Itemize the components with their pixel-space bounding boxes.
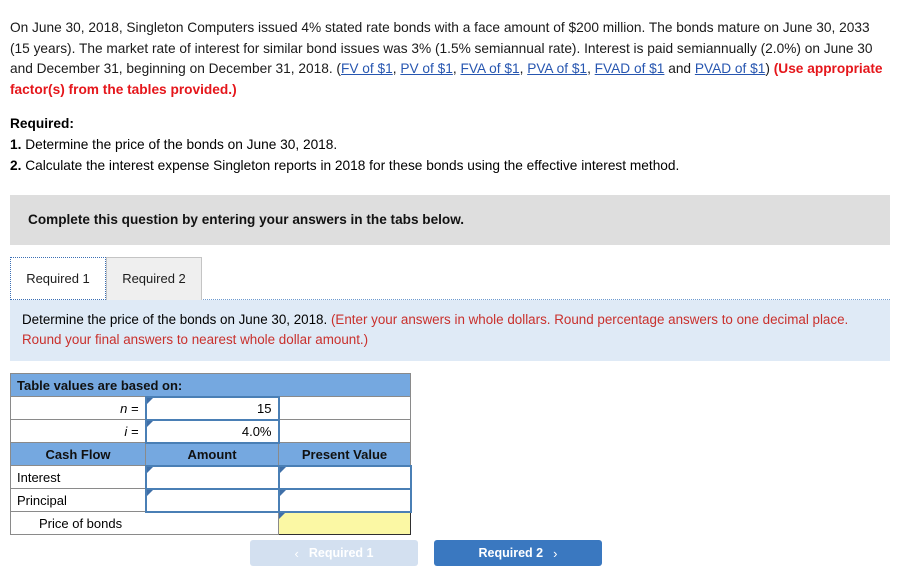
- price-of-bonds-input[interactable]: [278, 511, 411, 536]
- price-of-bonds-label: Price of bonds: [10, 511, 279, 536]
- cell-corner-flag-icon: [146, 466, 153, 473]
- principal-amount-input[interactable]: [144, 487, 280, 513]
- cell-corner-flag-icon: [279, 466, 286, 473]
- interest-amount-input[interactable]: [144, 464, 280, 490]
- cell-corner-flag-icon: [279, 512, 285, 519]
- row-label-interest: Interest: [10, 465, 146, 490]
- n-value: 15: [257, 400, 272, 416]
- n-spacer-cell: [278, 396, 411, 421]
- required-heading: Required:: [10, 116, 74, 132]
- separator: ): [765, 61, 774, 77]
- chevron-left-icon: ‹: [294, 545, 299, 561]
- i-label: i =: [10, 419, 146, 444]
- problem-statement: On June 30, 2018, Singleton Computers is…: [0, 0, 900, 100]
- i-input[interactable]: 4.0%: [144, 418, 280, 444]
- row-label-principal: Principal: [10, 488, 146, 513]
- tab-required-2-label: Required 2: [122, 271, 186, 287]
- previous-button-label: Required 1: [308, 546, 374, 560]
- required-item-1: 1. Determine the price of the bonds on J…: [10, 135, 890, 156]
- principal-present-value-input[interactable]: [277, 487, 412, 513]
- separator: ,: [587, 61, 595, 77]
- header-amount: Amount: [145, 442, 279, 467]
- separator: and: [664, 61, 695, 77]
- question-prompt: Determine the price of the bonds on June…: [22, 311, 331, 327]
- table-row-title: Table values are based on:: [10, 373, 411, 398]
- required-item-1-number: 1.: [10, 137, 22, 153]
- tab-required-1-label: Required 1: [26, 270, 90, 286]
- link-fva-of-1[interactable]: FVA of $1: [460, 61, 519, 76]
- n-label: n =: [10, 396, 146, 421]
- tab-strip: Required 1 Required 2: [10, 253, 890, 300]
- link-pv-of-1[interactable]: PV of $1: [400, 61, 453, 76]
- next-required-2-button[interactable]: Required 2 ›: [434, 540, 602, 566]
- header-cash-flow: Cash Flow: [10, 442, 146, 467]
- table-row: Interest: [10, 464, 412, 490]
- answer-table-container: Table values are based on: n = 15 i = 4.…: [0, 361, 900, 536]
- cell-corner-flag-icon: [146, 489, 153, 496]
- question-instructions: Determine the price of the bonds on June…: [10, 299, 890, 362]
- complete-question-text: Complete this question by entering your …: [28, 212, 465, 228]
- answer-table: Table values are based on: n = 15 i = 4.…: [10, 373, 412, 536]
- tab-required-2[interactable]: Required 2: [106, 256, 202, 300]
- table-row-total: Price of bonds: [10, 511, 411, 536]
- required-section: Required: 1. Determine the price of the …: [0, 100, 900, 176]
- next-button-label: Required 2: [478, 546, 544, 560]
- tab-required-1[interactable]: Required 1: [10, 256, 106, 300]
- table-header-row: Cash Flow Amount Present Value: [10, 442, 411, 467]
- n-input[interactable]: 15: [144, 395, 280, 421]
- interest-present-value-input[interactable]: [277, 464, 412, 490]
- complete-question-bar: Complete this question by entering your …: [10, 194, 890, 245]
- cell-corner-flag-icon: [146, 397, 153, 404]
- cell-corner-flag-icon: [279, 489, 286, 496]
- link-pva-of-1[interactable]: PVA of $1: [527, 61, 587, 76]
- required-item-2: 2. Calculate the interest expense Single…: [10, 156, 890, 177]
- table-row-i: i = 4.0%: [10, 418, 411, 444]
- link-fvad-of-1[interactable]: FVAD of $1: [595, 61, 665, 76]
- navigation-bar: ‹ Required 1 Required 2 ›: [0, 540, 900, 570]
- required-item-2-text: Calculate the interest expense Singleton…: [21, 157, 680, 173]
- required-item-2-number: 2.: [10, 157, 22, 173]
- link-pvad-of-1[interactable]: PVAD of $1: [695, 61, 766, 76]
- table-row: Principal: [10, 487, 412, 513]
- i-value: 4.0%: [241, 423, 272, 439]
- table-row-n: n = 15: [10, 395, 411, 421]
- required-item-1-text: Determine the price of the bonds on June…: [21, 137, 338, 153]
- header-present-value: Present Value: [278, 442, 411, 467]
- i-spacer-cell: [278, 419, 411, 444]
- table-values-title: Table values are based on:: [10, 373, 411, 398]
- previous-required-1-button[interactable]: ‹ Required 1: [250, 540, 418, 566]
- cell-corner-flag-icon: [146, 420, 153, 427]
- chevron-right-icon: ›: [553, 545, 558, 561]
- link-fv-of-1[interactable]: FV of $1: [341, 61, 393, 76]
